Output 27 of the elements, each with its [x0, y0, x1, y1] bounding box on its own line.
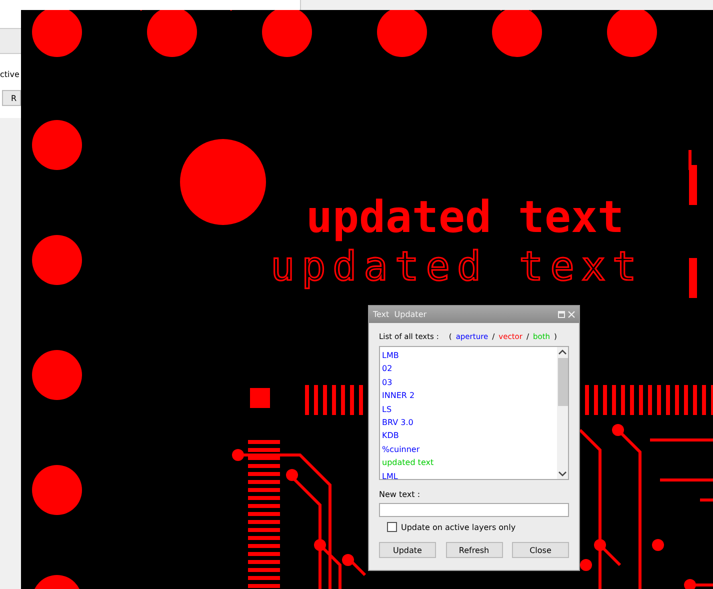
- window-text: ctive: [0, 70, 20, 79]
- window-button[interactable]: R: [2, 90, 21, 106]
- list-item[interactable]: %cuinner: [382, 442, 555, 456]
- new-text-field[interactable]: [379, 503, 569, 517]
- list-item[interactable]: 02: [382, 362, 555, 376]
- list-item[interactable]: LMB: [382, 349, 555, 362]
- field-label: New text :: [379, 490, 422, 499]
- close-icon[interactable]: [568, 311, 575, 318]
- pcb-text: updated text: [270, 244, 644, 290]
- scrollbar[interactable]: [557, 347, 568, 479]
- list-item[interactable]: LS: [382, 402, 555, 416]
- list-item[interactable]: KDB: [382, 429, 555, 443]
- restore-icon[interactable]: [558, 311, 565, 318]
- dialog-button[interactable]: Refresh: [446, 542, 502, 558]
- window-title: Text Updater: [373, 310, 427, 319]
- list-item[interactable]: LML: [382, 470, 555, 483]
- list-item[interactable]: 03: [382, 376, 555, 390]
- scroll-thumb[interactable]: [558, 358, 568, 406]
- dialog-button[interactable]: Close: [512, 542, 569, 558]
- checkbox[interactable]: [387, 522, 397, 532]
- list-item[interactable]: BRV 3.0: [382, 416, 555, 430]
- scroll-up-icon[interactable]: [558, 349, 567, 355]
- list-item[interactable]: INNER 2: [382, 389, 555, 403]
- scroll-down-icon[interactable]: [558, 471, 567, 477]
- dialog-button[interactable]: Update: [379, 542, 436, 558]
- checkbox-label: Update on active layers only: [401, 522, 516, 532]
- pcb-text: updated text: [306, 192, 624, 243]
